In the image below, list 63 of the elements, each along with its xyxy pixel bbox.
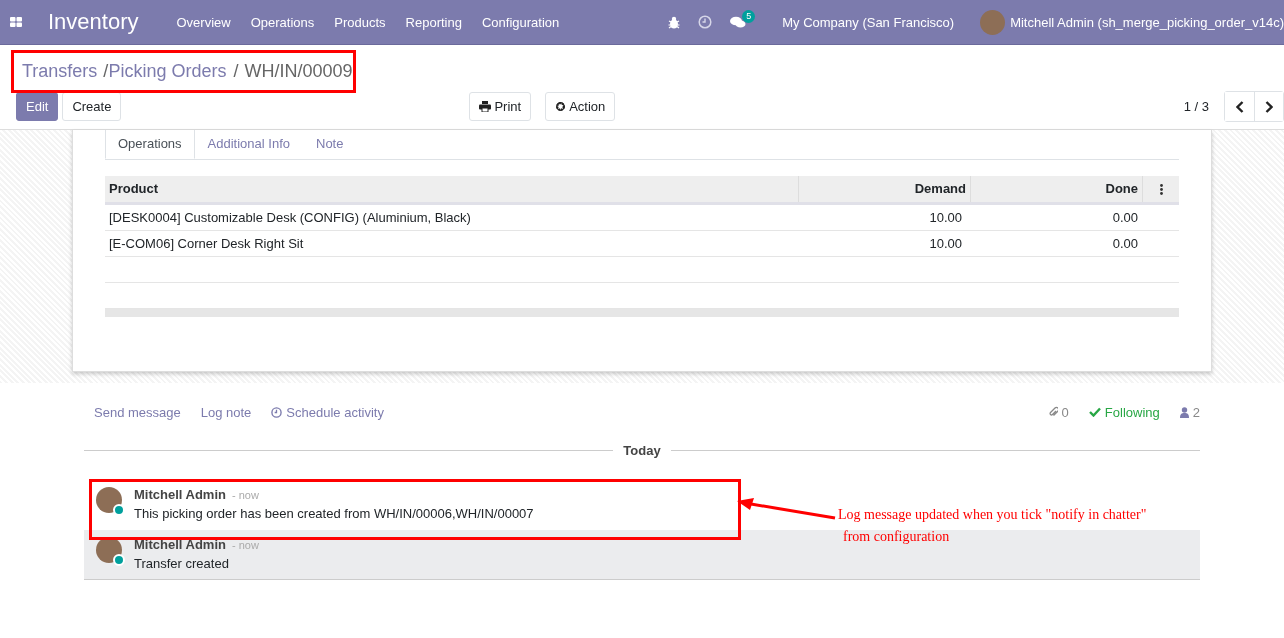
message-author: Mitchell Admin — [134, 537, 226, 552]
print-button[interactable]: Print — [469, 92, 532, 121]
followers-button[interactable]: 2 — [1179, 404, 1200, 420]
tab[interactable]: Note — [303, 130, 357, 159]
message-time: - now — [231, 489, 259, 501]
date-separator: Today — [623, 443, 661, 458]
message-body: Transfer created — [134, 556, 230, 571]
chevron-left-icon — [1235, 100, 1244, 113]
attachments-button[interactable]: 0 — [1048, 404, 1069, 420]
breadcrumb-current: WH/IN/00009 — [244, 60, 353, 82]
table-cell-text: [DESK0004] Customizable Desk (CONFIG) (Aluminium, Black) — [108, 210, 472, 225]
company-switcher[interactable]: My Company (San Francisco) — [782, 14, 955, 30]
breadcrumb-link[interactable]: Transfers — [22, 60, 98, 82]
user-menu[interactable]: Mitchell Admin (sh_merge_picking_order_v14c) — [1010, 14, 1284, 30]
menu-item[interactable]: Reporting — [405, 14, 462, 30]
online-status-dot — [113, 504, 125, 516]
next-button[interactable] — [1254, 92, 1283, 121]
checkmark-icon — [1088, 407, 1101, 417]
menu-item[interactable]: Overview — [176, 14, 231, 30]
person-icon — [1179, 406, 1189, 418]
action-button[interactable]: Action — [545, 92, 616, 121]
printer-icon — [479, 101, 492, 112]
tab[interactable]: Additional Info — [194, 130, 303, 159]
menu-item[interactable]: Configuration — [481, 14, 560, 30]
table-cell-text: 10.00 — [928, 210, 963, 225]
edit-button[interactable]: Edit — [16, 92, 59, 121]
message-author: Mitchell Admin — [134, 487, 226, 502]
apps-menu-icon[interactable] — [10, 17, 22, 27]
pager-counter: 1 / 3 — [1183, 99, 1209, 114]
column-options-icon[interactable] — [1159, 183, 1163, 195]
menu-item[interactable]: Operations — [250, 14, 315, 30]
breadcrumb-separator: / — [233, 60, 239, 82]
clock-icon — [271, 406, 283, 418]
breadcrumb-link[interactable]: Picking Orders — [108, 60, 227, 82]
log-note-link[interactable]: Log note — [200, 404, 252, 420]
gear-icon — [555, 101, 567, 112]
message-time: - now — [231, 539, 259, 551]
table-cell-text: 10.00 — [928, 236, 963, 251]
annotation-text: from configuration — [842, 528, 951, 546]
chevron-right-icon — [1265, 100, 1273, 113]
send-message-link[interactable]: Send message — [94, 404, 181, 420]
table-cell-text: 0.00 — [1111, 236, 1139, 251]
column-header[interactable]: Demand — [798, 176, 970, 202]
column-header[interactable]: Done — [970, 176, 1142, 202]
clock-icon[interactable] — [698, 15, 713, 29]
annotation-text: Log message updated when you tick "notify in chatter" — [838, 506, 1147, 524]
table-cell-text: 0.00 — [1111, 210, 1139, 225]
breadcrumb-separator: / — [103, 60, 109, 82]
table-cell-text: [E-COM06] Corner Desk Right Sit — [108, 236, 305, 251]
menu-item[interactable]: Products — [334, 14, 386, 30]
following-button[interactable]: Following — [1088, 404, 1160, 420]
chat-icon[interactable] — [730, 15, 747, 29]
bug-icon[interactable] — [668, 15, 681, 29]
schedule-activity-link[interactable]: Schedule activity — [271, 404, 384, 420]
column-header[interactable]: Product — [105, 176, 798, 202]
app-name[interactable]: Inventory — [48, 9, 139, 35]
online-status-dot — [113, 554, 125, 566]
user-avatar — [980, 9, 1006, 35]
create-button[interactable]: Create — [62, 92, 122, 121]
message-body: This picking order has been created from WH/IN/00006,WH/IN/00007 — [134, 506, 534, 521]
paperclip-icon — [1048, 406, 1058, 418]
message-count-badge: 5 — [742, 9, 756, 23]
tab[interactable]: Operations — [105, 130, 195, 159]
